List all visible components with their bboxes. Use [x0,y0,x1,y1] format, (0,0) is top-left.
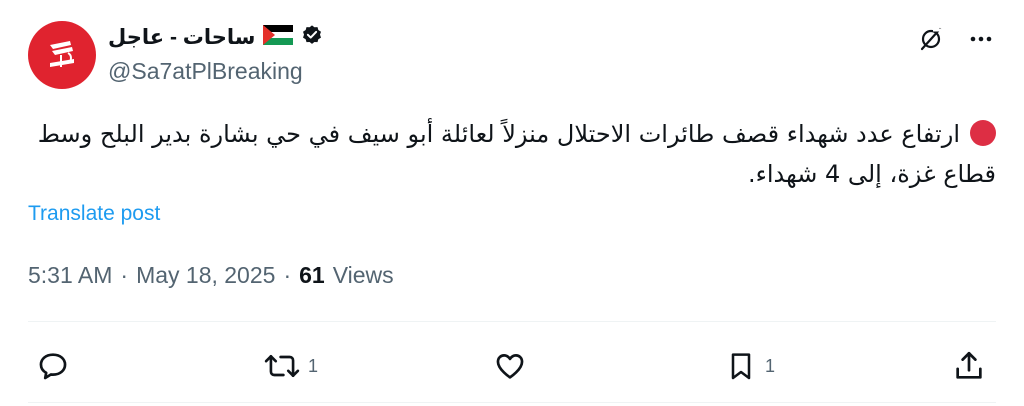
post-text: ارتفاع عدد شهداء قصف طائرات الاحتلال منز… [37,120,996,188]
avatar[interactable] [28,21,96,89]
divider [28,321,996,322]
post-meta: 5:31 AM · May 18, 2025 · 61 Views [28,262,394,289]
post-time[interactable]: 5:31 AM [28,262,112,289]
reply-button[interactable] [36,347,70,385]
account-handle[interactable]: @Sa7atPlBreaking [108,58,303,85]
reply-icon [39,353,67,380]
retweet-button[interactable]: 1 [264,347,318,385]
post-date[interactable]: May 18, 2025 [136,262,275,289]
account-name[interactable]: ساحات - عاجل [108,25,255,50]
share-icon [956,351,982,379]
retweet-count: 1 [308,355,319,376]
bookmark-icon [731,353,751,380]
post-text-container: ارتفاع عدد شهداء قصف طائرات الاحتلال منز… [28,114,996,194]
grok-icon[interactable] [916,24,946,54]
retweet-icon [264,354,300,378]
views-label: Views [332,262,394,288]
verified-badge-icon [301,24,323,51]
divider [28,402,996,403]
bookmark-button[interactable]: 1 [725,347,775,385]
like-icon [496,354,524,379]
account-name-row: ساحات - عاجل [108,22,323,52]
share-button[interactable] [952,347,986,385]
views-count: 61 [299,262,325,288]
logo-icon [50,41,74,67]
meta-separator: · [283,262,292,288]
meta-separator: · [120,262,129,288]
like-button[interactable] [493,347,527,385]
post-top-actions [916,24,996,54]
more-icon[interactable] [966,24,996,54]
translate-post-link[interactable]: Translate post [28,202,160,226]
red-circle-emoji-icon [970,120,996,146]
palestine-flag-icon [263,24,294,50]
post-actions-bar: 1 1 [28,347,996,385]
bookmark-count: 1 [765,355,776,376]
